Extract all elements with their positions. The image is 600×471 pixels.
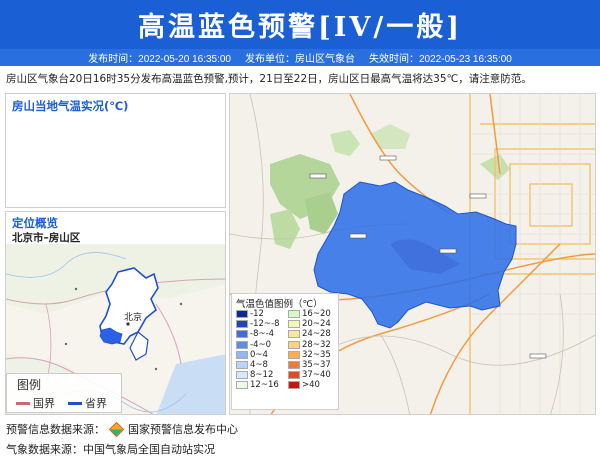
temperature-swatch [236, 381, 248, 390]
temperature-legend-label: 32~35 [302, 349, 331, 360]
temperature-legend-item: 16~20 [288, 309, 338, 319]
temperature-legend-label: 8~12 [250, 370, 274, 381]
temperature-legend-item: 35~37 [288, 360, 338, 370]
meta-bar: 发布时间：2022-05-20 16:35:00 发布单位：房山区气象台 失效时… [0, 49, 600, 66]
publisher: 发布单位：房山区气象台 [245, 54, 355, 65]
temperature-swatch [288, 340, 300, 349]
temperature-legend-label: -4~0 [250, 339, 272, 350]
legend-country-item: 国界 [16, 395, 55, 411]
temperature-legend-label: 24~28 [302, 329, 331, 340]
warning-source-label: 预警信息数据来源： [6, 423, 105, 436]
temperature-legend-item: -4~0 [236, 340, 286, 350]
temperature-legend-label: 12~16 [250, 380, 279, 391]
temperature-swatch [236, 320, 248, 329]
temperature-swatch [236, 310, 248, 319]
temperature-legend-label: -12 [250, 309, 264, 320]
temperature-legend-title: 气温色值图例（℃） [236, 299, 323, 310]
temperature-legend-label: -12~-8 [250, 319, 280, 330]
temperature-legend-label: -8~-4 [250, 329, 275, 340]
publish-time: 发布时间：2022-05-20 16:35:00 [88, 54, 231, 65]
temperature-legend-item: -12~-8 [236, 319, 286, 329]
expire-time: 失效时间：2022-05-23 16:35:00 [369, 54, 512, 65]
temperature-swatch [236, 371, 248, 380]
temperature-legend-label: 0~4 [250, 349, 268, 360]
temperature-legend-label: 16~20 [302, 309, 331, 320]
legend-title: 图例 [17, 378, 42, 392]
temperature-legend-item: -8~-4 [236, 329, 286, 339]
observation-title: 房山当地气温实况(℃) [12, 99, 129, 113]
temperature-legend-grid: -12 16~20 -12~-8 20~24 -8~-4 24~28 -4~0 28~32 0~… [236, 309, 338, 391]
location-title: 定位概览 [12, 216, 58, 230]
temperature-swatch [288, 350, 300, 359]
warning-title: 高温蓝色预警[IV/一般] [138, 12, 462, 43]
location-subtitle: 北京市–房山区 [12, 232, 81, 244]
temperature-legend-label: 35~37 [302, 360, 331, 371]
temperature-legend-item: 37~40 [288, 370, 338, 380]
legend-country-label: 国界 [33, 397, 55, 410]
observation-panel: 房山当地气温实况(℃) [5, 93, 226, 208]
province-border-swatch [68, 401, 82, 405]
beijing-label: 北京 [124, 311, 142, 322]
temperature-swatch [288, 320, 300, 329]
temperature-legend-item: 28~32 [288, 340, 338, 350]
temperature-legend-label: >40 [302, 380, 320, 391]
weather-source: 气象数据来源：中国气象局全国自动站实况 [6, 441, 215, 457]
temperature-legend-item: 24~28 [288, 329, 338, 339]
temperature-swatch [236, 340, 248, 349]
warning-center-logo-icon [108, 421, 125, 437]
temperature-legend-item: 12~16 [236, 380, 286, 390]
header-banner: 高温蓝色预警[IV/一般] [0, 0, 600, 49]
temperature-legend-label: 4~8 [250, 360, 268, 371]
temperature-swatch [288, 361, 300, 370]
temperature-swatch [288, 330, 300, 339]
temperature-legend-label: 28~32 [302, 339, 331, 350]
temperature-swatch [236, 330, 248, 339]
temperature-legend-item: 0~4 [236, 350, 286, 360]
temperature-legend-item: 8~12 [236, 370, 286, 380]
temperature-legend-item: -12 [236, 309, 286, 319]
temperature-swatch [288, 381, 300, 390]
temperature-swatch [288, 310, 300, 319]
warning-source: 预警信息数据来源： 国家预警信息发布中心 [6, 421, 238, 437]
temperature-legend-item: 32~35 [288, 350, 338, 360]
weather-source-text: 气象数据来源：中国气象局全国自动站实况 [6, 443, 215, 456]
temperature-swatch [236, 361, 248, 370]
legend-province-item: 省界 [68, 395, 107, 411]
temperature-legend-item: >40 [288, 380, 338, 390]
warning-description: 房山区气象台20日16时35分发布高温蓝色预警,预计，21日至22日，房山区日最… [6, 73, 532, 85]
temperature-swatch [236, 350, 248, 359]
location-legend: 图例 国界 省界 [6, 373, 122, 413]
temperature-legend-item: 20~24 [288, 319, 338, 329]
temperature-legend-label: 37~40 [302, 370, 331, 381]
warning-source-name[interactable]: 国家预警信息发布中心 [128, 421, 238, 437]
country-border-swatch [16, 401, 30, 405]
temperature-legend: 气温色值图例（℃） -12 16~20 -12~-8 20~24 -8~-4 24~28-… [231, 293, 339, 410]
temperature-swatch [288, 371, 300, 380]
temperature-legend-label: 20~24 [302, 319, 331, 330]
legend-province-label: 省界 [85, 397, 107, 410]
temperature-legend-item: 4~8 [236, 360, 286, 370]
